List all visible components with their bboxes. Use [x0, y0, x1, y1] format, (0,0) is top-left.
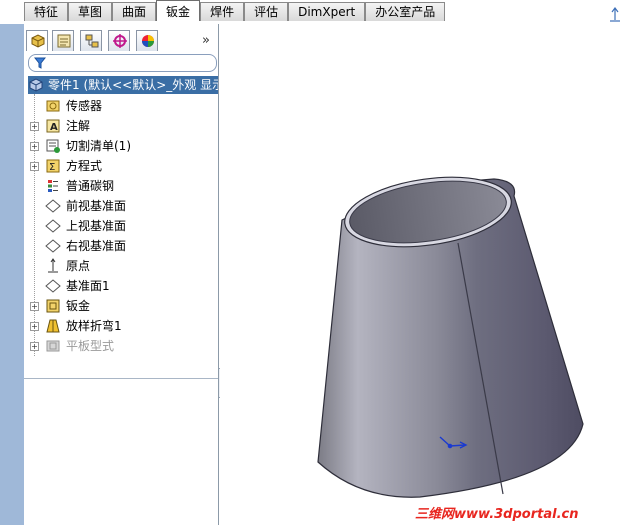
tree-item-label: 原点 [66, 259, 91, 273]
tree-item-sheet-metal[interactable]: + 钣金 [24, 296, 218, 316]
tree-item-label: 钣金 [66, 299, 91, 313]
tab-sheet-metal[interactable]: 钣金 [156, 0, 201, 21]
task-pane-strip [0, 24, 24, 525]
lofted-cone-part [317, 176, 584, 498]
tree-filter-input[interactable] [28, 54, 217, 72]
plane-icon [45, 199, 61, 213]
watermark-text: 三维网www.3dportal.cn [415, 507, 579, 522]
tree-item-lofted-bend[interactable]: + 放样折弯1 [24, 316, 218, 336]
part-icon [29, 78, 43, 92]
panel-divider [24, 378, 218, 379]
propertymanager-tab[interactable] [52, 30, 74, 51]
tree-item-cut-list[interactable]: + 切割清单(1) [24, 136, 218, 156]
tree-item-origin[interactable]: 原点 [24, 256, 218, 276]
sheetmetal-icon [46, 299, 60, 313]
expand-plus-icon[interactable]: + [30, 342, 39, 351]
featuremanager-panel: » 零件1 (默认<<默认>_外观 显示 传感器 + A 注解 + 切割清单(1… [24, 24, 219, 525]
propertymanager-icon [57, 34, 71, 48]
tab-features[interactable]: 特征 [24, 2, 69, 21]
manager-tabs: » [24, 30, 218, 52]
plane-icon [45, 239, 61, 253]
tree-item-label: 方程式 [66, 159, 103, 173]
expand-plus-icon[interactable]: + [30, 162, 39, 171]
tab-evaluate[interactable]: 评估 [244, 2, 289, 21]
tree-item-label: 右视基准面 [66, 239, 127, 253]
tree-item-label: 前视基准面 [66, 199, 127, 213]
tree-item-plane1[interactable]: 基准面1 [24, 276, 218, 296]
expand-plus-icon[interactable]: + [30, 142, 39, 151]
dimxpertmanager-icon [113, 34, 127, 48]
expand-plus-icon[interactable]: + [30, 302, 39, 311]
tab-office-products[interactable]: 办公室产品 [365, 2, 446, 21]
lofted-bend-icon [46, 319, 60, 333]
sensor-icon [46, 100, 60, 112]
tab-row: 特征 草图 曲面 钣金 焊件 评估 DimXpert 办公室产品 [24, 0, 446, 22]
displaymanager-icon [142, 35, 154, 47]
tab-dimxpert[interactable]: DimXpert [288, 2, 366, 21]
flat-pattern-icon [46, 340, 60, 352]
expand-plus-icon[interactable]: + [30, 322, 39, 331]
plane-icon [45, 279, 61, 293]
tree-item-right-plane[interactable]: 右视基准面 [24, 236, 218, 256]
annotation-icon: A [46, 119, 60, 133]
dimxpertmanager-tab[interactable] [108, 30, 130, 51]
tree-item-annotations[interactable]: + A 注解 [24, 116, 218, 136]
equation-icon: Σ [46, 159, 60, 173]
configurationmanager-tab[interactable] [80, 30, 102, 51]
tree-root-label: 零件1 (默认<<默认>_外观 显示 [48, 78, 218, 92]
origin-icon [48, 258, 58, 273]
tree-item-label: 平板型式 [66, 339, 115, 353]
plane-icon [45, 219, 61, 233]
featuremanager-icon [31, 34, 45, 48]
tree-item-front-plane[interactable]: 前视基准面 [24, 196, 218, 216]
material-icon [48, 180, 58, 192]
tree-item-label: 基准面1 [66, 279, 110, 293]
tree-item-label: 放样折弯1 [66, 319, 122, 333]
expand-tabs-icon[interactable]: » [202, 33, 210, 48]
tree-item-label: 上视基准面 [66, 219, 127, 233]
tree-item-equations[interactable]: + Σ 方程式 [24, 156, 218, 176]
tree-item-label: 切割清单(1) [66, 139, 131, 153]
command-manager-tabs: 特征 草图 曲面 钣金 焊件 评估 DimXpert 办公室产品 [0, 0, 635, 24]
tree-item-flat-pattern[interactable]: + 平板型式 [24, 336, 218, 356]
featuremanager-tab[interactable] [26, 30, 48, 51]
configurationmanager-icon [85, 34, 99, 48]
svg-text:Σ: Σ [49, 162, 55, 173]
tree-item-material[interactable]: 普通碳钢 [24, 176, 218, 196]
tree-item-top-plane[interactable]: 上视基准面 [24, 216, 218, 236]
tree-root-part[interactable]: 零件1 (默认<<默认>_外观 显示 [28, 76, 218, 94]
tree-item-label: 普通碳钢 [66, 179, 115, 193]
tab-sketch[interactable]: 草图 [68, 2, 113, 21]
tree-item-sensors[interactable]: 传感器 [24, 96, 218, 116]
cutlist-icon [46, 139, 60, 153]
tree-item-label: 传感器 [66, 99, 103, 113]
tab-weldments[interactable]: 焊件 [200, 2, 245, 21]
view-orientation-icon[interactable] [606, 6, 624, 24]
svg-text:A: A [50, 122, 58, 133]
tab-surfaces[interactable]: 曲面 [112, 2, 157, 21]
displaymanager-tab[interactable] [136, 30, 158, 51]
expand-plus-icon[interactable]: + [30, 122, 39, 131]
graphics-viewport[interactable] [220, 24, 635, 525]
tree-item-label: 注解 [66, 119, 91, 133]
filter-icon [34, 57, 46, 69]
